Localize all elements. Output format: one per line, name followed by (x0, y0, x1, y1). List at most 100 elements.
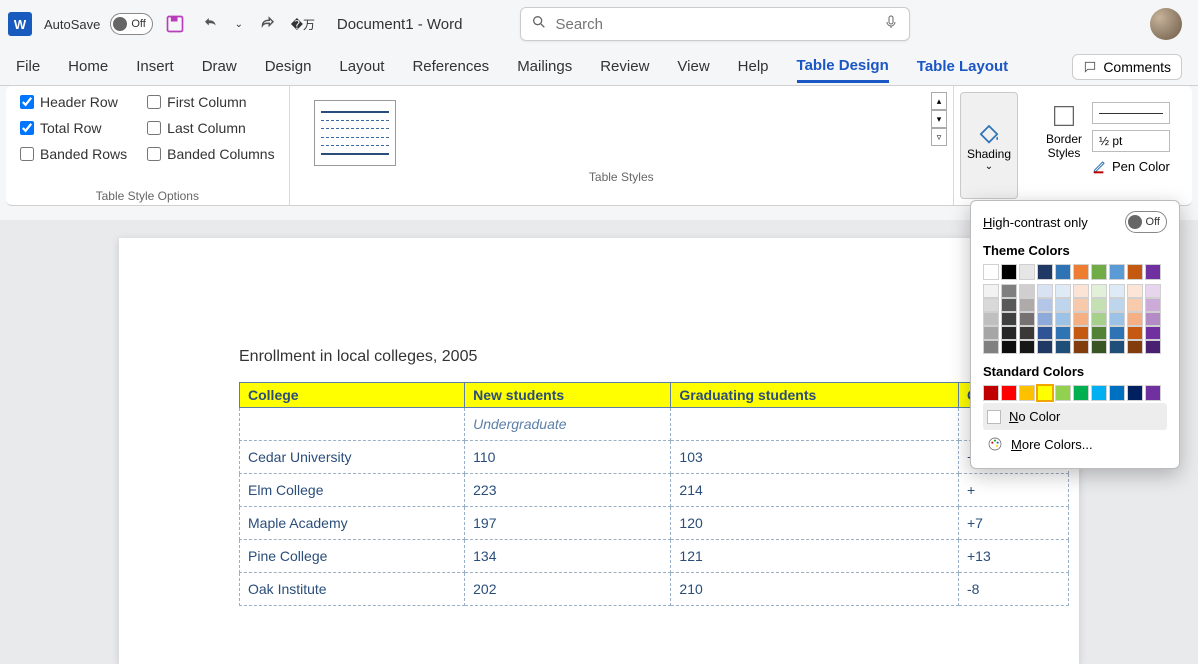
color-swatch[interactable] (1037, 284, 1053, 298)
border-styles-button[interactable]: Border Styles (1046, 102, 1082, 174)
th-college[interactable]: College (240, 383, 465, 408)
color-swatch[interactable] (1145, 326, 1161, 340)
enrollment-table[interactable]: College New students Graduating students… (239, 382, 1069, 606)
comments-button[interactable]: Comments (1072, 54, 1182, 80)
color-swatch[interactable] (1127, 264, 1143, 280)
color-swatch[interactable] (1091, 264, 1107, 280)
color-swatch[interactable] (1001, 340, 1017, 354)
color-swatch[interactable] (983, 298, 999, 312)
color-swatch[interactable] (1145, 385, 1161, 401)
color-swatch[interactable] (1073, 340, 1089, 354)
tab-home[interactable]: Home (68, 52, 108, 81)
color-swatch[interactable] (1091, 298, 1107, 312)
color-swatch[interactable] (1037, 312, 1053, 326)
color-swatch[interactable] (1073, 264, 1089, 280)
redo-button[interactable] (253, 10, 281, 38)
color-swatch[interactable] (1109, 298, 1125, 312)
pen-color-button[interactable]: Pen Color (1092, 158, 1170, 174)
save-button[interactable] (161, 10, 189, 38)
th-grad[interactable]: Graduating students (671, 383, 959, 408)
tab-view[interactable]: View (677, 52, 709, 81)
table-row[interactable]: Oak Institute202210 -8 (240, 573, 1069, 606)
search-box[interactable] (520, 7, 910, 41)
table-style-preview[interactable] (314, 100, 396, 166)
style-gallery-spinner[interactable]: ▴ ▾ ▿ (931, 92, 947, 146)
color-swatch[interactable] (1019, 326, 1035, 340)
tab-table-design[interactable]: Table Design (797, 51, 889, 83)
tab-review[interactable]: Review (600, 52, 649, 81)
chevron-more-icon[interactable]: ▿ (931, 128, 947, 146)
subhead-cell[interactable]: Undergraduate (465, 408, 671, 441)
color-swatch[interactable] (1037, 298, 1053, 312)
color-swatch[interactable] (1001, 298, 1017, 312)
color-swatch[interactable] (1145, 312, 1161, 326)
color-swatch[interactable] (1037, 385, 1053, 401)
color-swatch[interactable] (1127, 312, 1143, 326)
chk-banded-columns[interactable]: Banded Columns (147, 146, 274, 162)
color-swatch[interactable] (1127, 326, 1143, 340)
more-colors-item[interactable]: More Colors... (983, 430, 1167, 458)
color-swatch[interactable] (1109, 385, 1125, 401)
color-swatch[interactable] (1001, 264, 1017, 280)
user-avatar[interactable] (1150, 8, 1182, 40)
chevron-up-icon[interactable]: ▴ (931, 92, 947, 110)
undo-more-button[interactable]: ⌄ (233, 10, 245, 38)
tab-draw[interactable]: Draw (202, 52, 237, 81)
color-swatch[interactable] (1037, 264, 1053, 280)
color-swatch[interactable] (1001, 326, 1017, 340)
high-contrast-toggle[interactable]: Off (1125, 211, 1167, 233)
color-swatch[interactable] (1073, 326, 1089, 340)
shading-button[interactable]: Shading ⌄ (960, 92, 1018, 199)
color-swatch[interactable] (1109, 326, 1125, 340)
chevron-down-icon[interactable]: ▾ (931, 110, 947, 128)
autosave-toggle[interactable]: Off (110, 13, 152, 35)
th-new[interactable]: New students (465, 383, 671, 408)
color-swatch[interactable] (1073, 312, 1089, 326)
color-swatch[interactable] (1145, 298, 1161, 312)
color-swatch[interactable] (1055, 298, 1071, 312)
color-swatch[interactable] (1073, 284, 1089, 298)
color-swatch[interactable] (1127, 385, 1143, 401)
tab-mailings[interactable]: Mailings (517, 52, 572, 81)
table-row[interactable]: Elm College223214+ (240, 474, 1069, 507)
color-swatch[interactable] (983, 326, 999, 340)
color-swatch[interactable] (1145, 284, 1161, 298)
color-swatch[interactable] (1145, 340, 1161, 354)
color-swatch[interactable] (1019, 264, 1035, 280)
color-swatch[interactable] (1091, 385, 1107, 401)
pen-weight-select[interactable]: ½ pt (1092, 130, 1170, 152)
color-swatch[interactable] (983, 264, 999, 280)
color-swatch[interactable] (1055, 264, 1071, 280)
chk-first-column[interactable]: First Column (147, 94, 274, 110)
line-style-select[interactable] (1092, 102, 1170, 124)
chk-total-row[interactable]: Total Row (20, 120, 127, 136)
color-swatch[interactable] (1091, 340, 1107, 354)
tab-insert[interactable]: Insert (136, 52, 174, 81)
color-swatch[interactable] (1073, 298, 1089, 312)
color-swatch[interactable] (1091, 312, 1107, 326)
undo-button[interactable] (197, 10, 225, 38)
table-row[interactable]: Pine College134121+13 (240, 540, 1069, 573)
high-contrast-row[interactable]: High-contrast only Off (983, 211, 1167, 233)
color-swatch[interactable] (1073, 385, 1089, 401)
color-swatch[interactable] (1037, 340, 1053, 354)
table-row[interactable]: Maple Academy197120+7 (240, 507, 1069, 540)
tab-references[interactable]: References (412, 52, 489, 81)
color-swatch[interactable] (1109, 312, 1125, 326)
color-swatch[interactable] (1019, 298, 1035, 312)
color-swatch[interactable] (1019, 385, 1035, 401)
color-swatch[interactable] (1019, 284, 1035, 298)
color-swatch[interactable] (1001, 312, 1017, 326)
tab-layout[interactable]: Layout (339, 52, 384, 81)
tab-design[interactable]: Design (265, 52, 312, 81)
no-color-item[interactable]: No Color (983, 403, 1167, 430)
color-swatch[interactable] (1127, 284, 1143, 298)
color-swatch[interactable] (1019, 312, 1035, 326)
table-caption[interactable]: Enrollment in local colleges, 2005 (239, 348, 1019, 366)
chk-header-row[interactable]: Header Row (20, 94, 127, 110)
color-swatch[interactable] (1055, 312, 1071, 326)
microphone-icon[interactable] (883, 14, 899, 35)
color-swatch[interactable] (1055, 340, 1071, 354)
table-subhead-row[interactable]: Undergraduate (240, 408, 1069, 441)
color-swatch[interactable] (1001, 284, 1017, 298)
